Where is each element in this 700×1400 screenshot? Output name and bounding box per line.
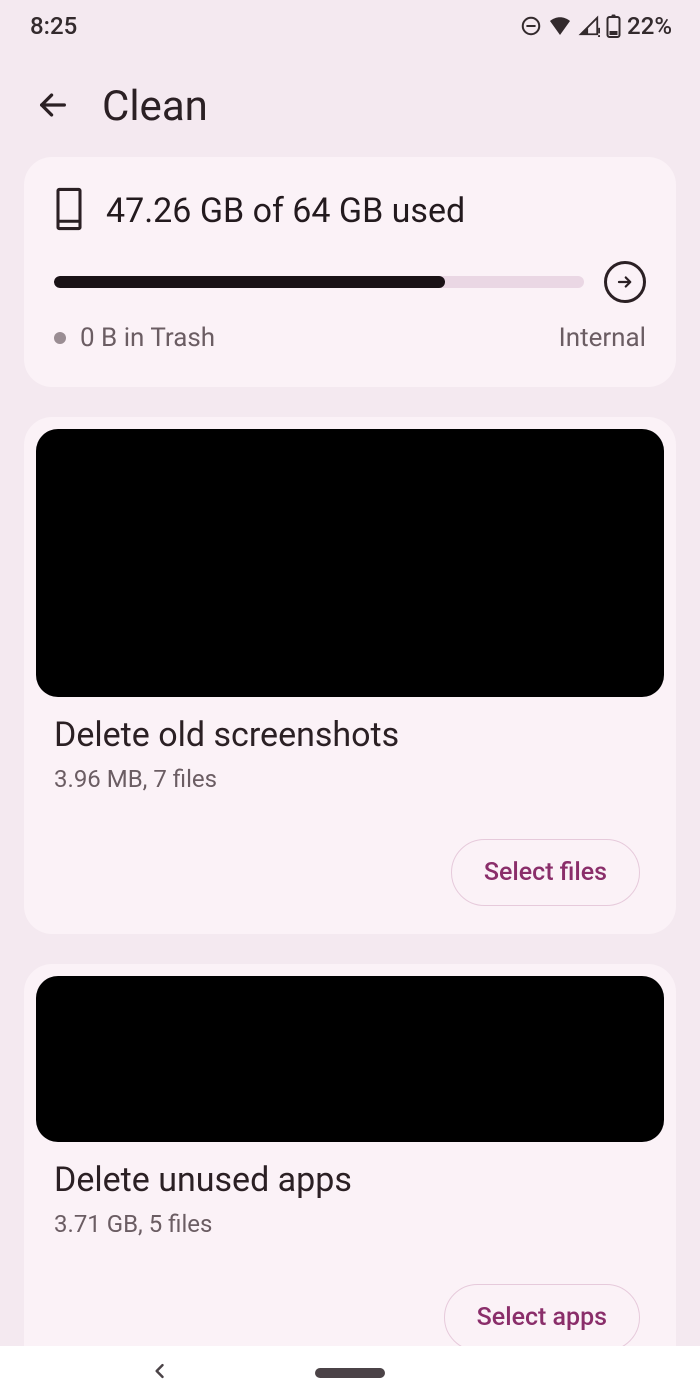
dnd-icon: [520, 15, 542, 37]
clean-card-unused-apps: Delete unused apps 3.71 GB, 5 files Sele…: [24, 964, 676, 1379]
page-title: Clean: [102, 82, 208, 131]
battery-icon: [606, 14, 621, 38]
status-bar: 8:25 22%: [0, 0, 700, 46]
signal-icon: [578, 15, 600, 37]
status-time: 8:25: [30, 12, 77, 40]
storage-progress: [54, 276, 584, 288]
card-title: Delete old screenshots: [54, 715, 646, 755]
select-apps-button[interactable]: Select apps: [444, 1284, 640, 1351]
back-icon[interactable]: [36, 88, 70, 126]
storage-card: 47.26 GB of 64 GB used 0 B in Trash Inte…: [24, 157, 676, 387]
wifi-icon: [548, 15, 572, 37]
select-files-button[interactable]: Select files: [451, 839, 640, 906]
storage-details-button[interactable]: [604, 261, 646, 303]
preview-redacted: [36, 429, 664, 697]
card-subtitle: 3.96 MB, 7 files: [54, 765, 646, 793]
clean-card-screenshots: Delete old screenshots 3.96 MB, 7 files …: [24, 417, 676, 934]
status-icons: 22%: [520, 12, 672, 40]
app-bar: Clean: [0, 46, 700, 157]
phone-icon: [54, 187, 84, 235]
card-title: Delete unused apps: [54, 1160, 646, 1200]
storage-progress-fill: [54, 276, 445, 288]
trash-text: 0 B in Trash: [80, 323, 215, 353]
storage-type: Internal: [559, 323, 646, 353]
nav-home-pill[interactable]: [315, 1368, 385, 1378]
system-navbar: [0, 1346, 700, 1400]
nav-back-icon[interactable]: [150, 1361, 170, 1385]
battery-percent: 22%: [627, 12, 672, 40]
storage-summary: 47.26 GB of 64 GB used: [106, 191, 465, 231]
card-subtitle: 3.71 GB, 5 files: [54, 1210, 646, 1238]
dot-icon: [54, 332, 66, 344]
preview-redacted: [36, 976, 664, 1142]
